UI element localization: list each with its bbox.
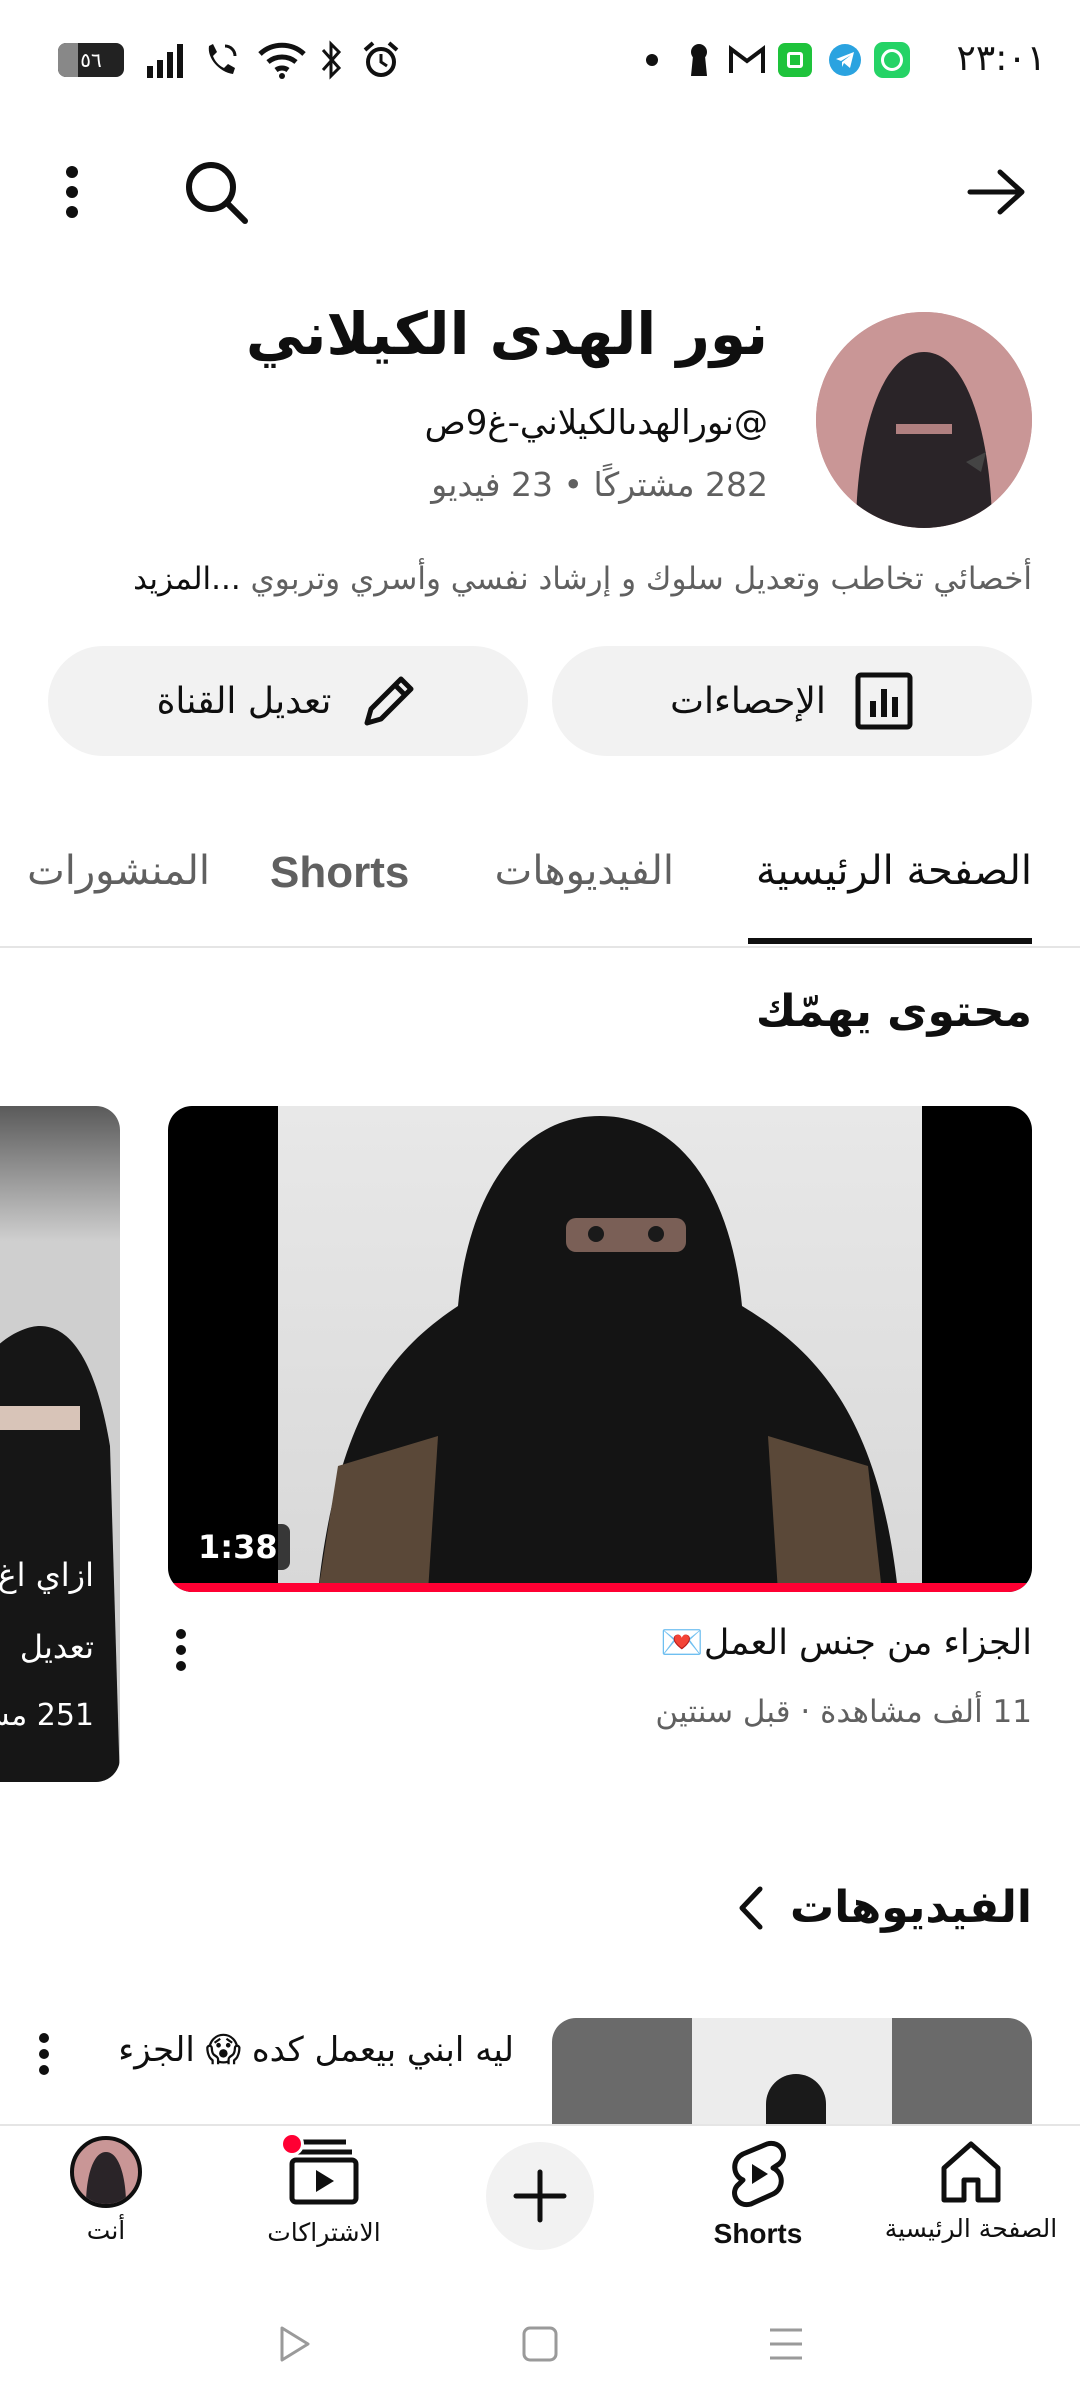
square-home-icon bbox=[522, 2326, 558, 2362]
telegram-icon bbox=[826, 38, 864, 82]
chevron-left-icon bbox=[739, 1886, 763, 1929]
featured-video-meta: 11 ألف مشاهدة · قبل سنتين bbox=[655, 1694, 1032, 1730]
for-you-title: محتوى يهمّك bbox=[755, 986, 1032, 1037]
channel-handle: @نورالهدىالكيلاني-غ9ص bbox=[424, 403, 768, 443]
nav-shorts-label: Shorts bbox=[713, 2218, 803, 2249]
pencil-icon bbox=[364, 676, 414, 726]
next-video-meta: 251 مش bbox=[0, 1698, 94, 1733]
next-video-card[interactable]: ازاي اغ تعديل 251 مش bbox=[0, 1106, 120, 1782]
nav-home[interactable]: الصفحة الرئيسية bbox=[866, 2126, 1076, 2292]
notification-dot bbox=[280, 2132, 304, 2156]
status-bar: ٥٦ ٢٣:٠١ bbox=[0, 0, 1080, 120]
system-back-button[interactable] bbox=[254, 2304, 334, 2384]
battery-level: ٥٦ bbox=[80, 48, 102, 72]
more-options-button[interactable] bbox=[32, 152, 112, 232]
wifi-calling-icon bbox=[198, 38, 244, 82]
next-video-title-line2: تعديل bbox=[19, 1628, 94, 1666]
edit-channel-label: تعديل القناة bbox=[156, 680, 332, 722]
tab-home[interactable]: الصفحة الرئيسية bbox=[756, 848, 1032, 894]
video-frame bbox=[278, 1106, 922, 1592]
edit-channel-button[interactable]: تعديل القناة bbox=[48, 646, 528, 756]
video-thumbnail[interactable] bbox=[552, 2018, 1032, 2138]
nav-subscriptions-label: الاشتراكات bbox=[267, 2218, 381, 2247]
nav-you-label: أنت bbox=[86, 2216, 126, 2245]
keyhole-icon bbox=[684, 38, 714, 82]
system-home-button[interactable] bbox=[500, 2304, 580, 2384]
avatar bbox=[70, 2136, 142, 2208]
video-duration: 1:38 bbox=[186, 1524, 290, 1570]
signal-icon bbox=[144, 38, 190, 82]
kebab-icon bbox=[66, 166, 78, 218]
search-icon bbox=[186, 162, 248, 224]
bluetooth-icon bbox=[316, 38, 346, 82]
active-tab-indicator bbox=[748, 938, 1032, 944]
menu-lines-icon bbox=[770, 2328, 802, 2360]
whatsapp-icon bbox=[872, 38, 912, 82]
videos-section-header[interactable]: الفيديوهات bbox=[736, 1882, 1032, 1933]
clock: ٢٣:٠١ bbox=[956, 38, 1046, 79]
channel-tabs: الصفحة الرئيسية الفيديوهات Shorts المنشو… bbox=[0, 820, 1080, 948]
back-button[interactable] bbox=[956, 152, 1036, 232]
featured-video-thumbnail[interactable]: 1:38 bbox=[168, 1106, 1032, 1592]
featured-video-title[interactable]: الجزاء من جنس العمل💌 bbox=[660, 1622, 1032, 1663]
video-menu-button[interactable] bbox=[24, 2024, 64, 2084]
channel-stats: 282 مشتركًا • 23 فيديو bbox=[431, 465, 768, 504]
search-button[interactable] bbox=[176, 152, 256, 232]
kebab-icon bbox=[39, 2033, 49, 2075]
nav-home-label: الصفحة الرئيسية bbox=[884, 2214, 1058, 2243]
nav-shorts[interactable]: Shorts bbox=[668, 2126, 848, 2292]
next-video-title-line1: ازاي اغ bbox=[0, 1556, 94, 1594]
kebab-icon bbox=[176, 1629, 186, 1671]
channel-avatar[interactable] bbox=[816, 312, 1032, 528]
nav-subscriptions[interactable]: الاشتراكات bbox=[236, 2126, 412, 2292]
dot-icon bbox=[642, 38, 662, 82]
tab-posts[interactable]: المنشورات bbox=[14, 848, 210, 894]
more-link[interactable]: ...المزيد bbox=[133, 561, 241, 597]
system-recents-button[interactable] bbox=[746, 2304, 826, 2384]
stats-button[interactable]: الإحصاءات bbox=[552, 646, 1032, 756]
triangle-back-icon bbox=[280, 2326, 310, 2362]
system-navigation-bar bbox=[0, 2290, 1080, 2400]
video-title[interactable]: ليه ابني بيعمل كده 😱 الجزء bbox=[118, 2030, 514, 2070]
description-text: أخصائي تخاطب وتعديل سلوك و إرشاد نفسي وأ… bbox=[250, 561, 1032, 597]
create-button[interactable] bbox=[486, 2142, 594, 2250]
analytics-icon bbox=[855, 672, 913, 730]
nav-you[interactable]: أنت bbox=[36, 2126, 176, 2292]
home-icon bbox=[941, 2141, 1001, 2203]
alarm-icon bbox=[358, 38, 404, 82]
watched-progress-bar bbox=[168, 1583, 1032, 1592]
plus-icon bbox=[513, 2169, 567, 2223]
channel-description[interactable]: أخصائي تخاطب وتعديل سلوك و إرشاد نفسي وأ… bbox=[133, 561, 1032, 597]
tab-videos[interactable]: الفيديوهات bbox=[495, 848, 674, 894]
stats-label: الإحصاءات bbox=[670, 680, 826, 722]
arrow-right-icon bbox=[967, 169, 1025, 215]
videos-section-title: الفيديوهات bbox=[790, 1882, 1032, 1933]
green-app-icon bbox=[776, 38, 814, 82]
channel-name: نور الهدى الكيلاني bbox=[245, 300, 768, 368]
bottom-navigation: الصفحة الرئيسية Shorts الاشتراكات أنت bbox=[0, 2124, 1080, 2290]
tab-shorts[interactable]: Shorts bbox=[270, 848, 409, 898]
wifi-icon bbox=[254, 38, 310, 82]
featured-video-menu-button[interactable] bbox=[156, 1620, 206, 1680]
gmail-icon bbox=[726, 38, 768, 82]
shorts-icon bbox=[732, 2140, 786, 2208]
battery-icon: ٥٦ bbox=[56, 38, 126, 82]
